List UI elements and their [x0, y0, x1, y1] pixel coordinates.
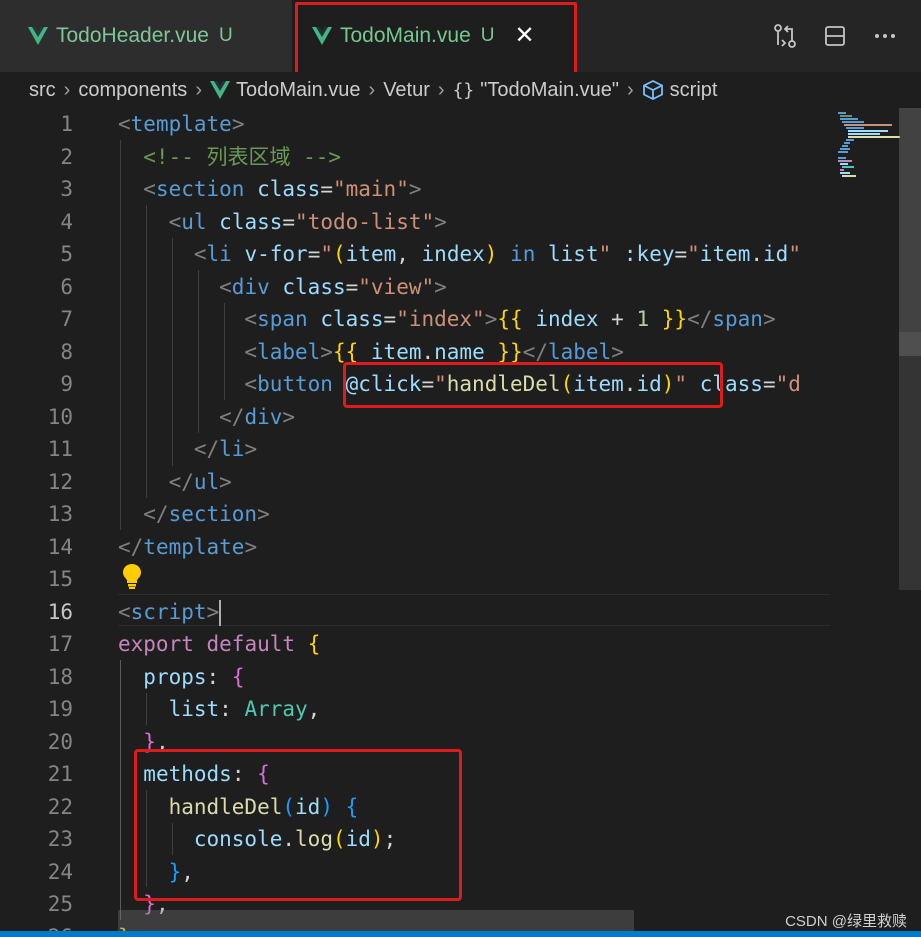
- code-line: </section>: [118, 502, 270, 526]
- breadcrumb-item-script[interactable]: script: [642, 78, 718, 102]
- breadcrumb-file-label: TodoMain.vue: [235, 78, 361, 101]
- lightbulb-icon[interactable]: [122, 563, 142, 589]
- line-number: 17: [47, 632, 73, 656]
- vue-file-icon: [28, 27, 48, 45]
- line-number: 21: [47, 762, 73, 786]
- code-area[interactable]: <template> <!-- 列表区域 --> <section class=…: [118, 108, 830, 937]
- line-number-gutter: 1 2 3 4 5 6 7 8 9 10 11 12 13 14 15 16 1…: [0, 108, 100, 937]
- code-line: console.log(id);: [193, 827, 397, 851]
- tab-status-badge: U: [480, 25, 495, 46]
- tab-todoheader[interactable]: TodoHeader.vue U: [0, 0, 292, 72]
- line-number: 2: [60, 144, 73, 169]
- breadcrumb-separator: ›: [63, 78, 71, 101]
- close-icon[interactable]: ✕: [514, 24, 534, 48]
- scrollbar-thumb[interactable]: [899, 108, 921, 356]
- code-line: },: [143, 729, 169, 754]
- tab-status-badge: U: [218, 25, 233, 46]
- vue-file-icon: [312, 27, 332, 45]
- breadcrumb-module-label: "TodoMain.vue": [480, 78, 619, 101]
- code-line: handleDel(id) {: [168, 794, 359, 819]
- code-line: <li v-for="(item, index) in list" :key="…: [118, 242, 801, 266]
- line-number: 5: [60, 242, 73, 266]
- code-line: },: [168, 859, 194, 884]
- line-number-active: 16: [47, 599, 73, 624]
- more-actions-icon[interactable]: [871, 22, 899, 50]
- line-number: 22: [47, 794, 73, 819]
- line-number: 11: [47, 437, 73, 461]
- breadcrumb-item-module[interactable]: {} "TodoMain.vue": [453, 79, 619, 102]
- code-line: <section class="main">: [118, 177, 422, 201]
- line-number: 12: [47, 469, 73, 494]
- code-line: methods: {: [143, 762, 270, 786]
- line-number: 13: [47, 502, 73, 526]
- line-number: 7: [60, 307, 73, 331]
- breadcrumb-separator: ›: [437, 78, 445, 101]
- code-line: props: {: [143, 664, 245, 689]
- line-number: 3: [60, 177, 73, 201]
- object-braces-icon: {}: [452, 79, 475, 101]
- compare-changes-icon[interactable]: [771, 22, 799, 50]
- breadcrumb-separator: ›: [195, 78, 202, 101]
- tab-label: TodoHeader.vue: [56, 24, 209, 47]
- status-bar: [0, 931, 921, 937]
- code-line: <label>{{ item.name }}</label>: [118, 339, 624, 364]
- line-number: 20: [47, 729, 73, 754]
- breadcrumb-script-label: script: [669, 78, 718, 101]
- line-number: 14: [47, 534, 73, 559]
- split-editor-icon[interactable]: [821, 22, 849, 50]
- breadcrumb-item-src[interactable]: src: [29, 79, 56, 102]
- line-number: 10: [47, 404, 73, 429]
- line-number: 18: [47, 664, 73, 689]
- cube-icon: [642, 79, 663, 101]
- breadcrumb-item-vetur[interactable]: Vetur: [383, 79, 430, 102]
- code-line: <!-- 列表区域 -->: [118, 144, 342, 169]
- vue-file-icon: [209, 81, 230, 99]
- line-number: 6: [60, 274, 73, 299]
- code-line: export default {: [118, 632, 321, 656]
- code-line: </ul>: [118, 469, 232, 494]
- breadcrumb-separator: ›: [626, 78, 634, 101]
- code-line: <ul class="todo-list">: [118, 209, 447, 234]
- tab-label: TodoMain.vue: [340, 24, 471, 47]
- breadcrumb: src › components › TodoMain.vue › Vetur …: [0, 72, 921, 108]
- line-number: 23: [47, 827, 73, 851]
- editor-tab-bar: TodoHeader.vue U TodoMain.vue U ✕: [0, 0, 921, 75]
- code-line: <button @click="handleDel(item.id)" clas…: [118, 372, 801, 396]
- line-number: 9: [60, 372, 73, 396]
- line-number: 4: [60, 209, 73, 234]
- code-line-active: <script>: [118, 599, 222, 626]
- line-number: 1: [60, 112, 73, 136]
- watermark: CSDN @绿里救赎: [785, 913, 907, 930]
- code-line: <div class="view">: [118, 274, 447, 299]
- line-number: 19: [47, 697, 73, 721]
- line-number: 25: [47, 892, 73, 916]
- editor-actions: [771, 22, 899, 50]
- code-editor[interactable]: 1 2 3 4 5 6 7 8 9 10 11 12 13 14 15 16 1…: [0, 108, 921, 937]
- code-line: list: Array,: [168, 697, 321, 721]
- breadcrumb-separator: ›: [368, 78, 376, 101]
- tab-todomain[interactable]: TodoMain.vue U ✕: [292, 0, 576, 72]
- vertical-scrollbar[interactable]: [899, 108, 921, 937]
- text-cursor: [219, 599, 222, 626]
- code-line: <template>: [118, 112, 245, 136]
- code-line: </template>: [118, 534, 258, 559]
- line-number: 15: [47, 567, 73, 591]
- code-line: </li>: [118, 437, 258, 461]
- line-number: 8: [60, 339, 73, 364]
- breadcrumb-item-file[interactable]: TodoMain.vue: [209, 78, 361, 102]
- code-line: </div>: [118, 404, 296, 429]
- line-number: 24: [47, 859, 73, 884]
- breadcrumb-item-components[interactable]: components: [78, 79, 187, 102]
- scrollbar-track-shade: [899, 332, 921, 590]
- code-line: <span class="index">{{ index + 1 }}</spa…: [118, 307, 776, 331]
